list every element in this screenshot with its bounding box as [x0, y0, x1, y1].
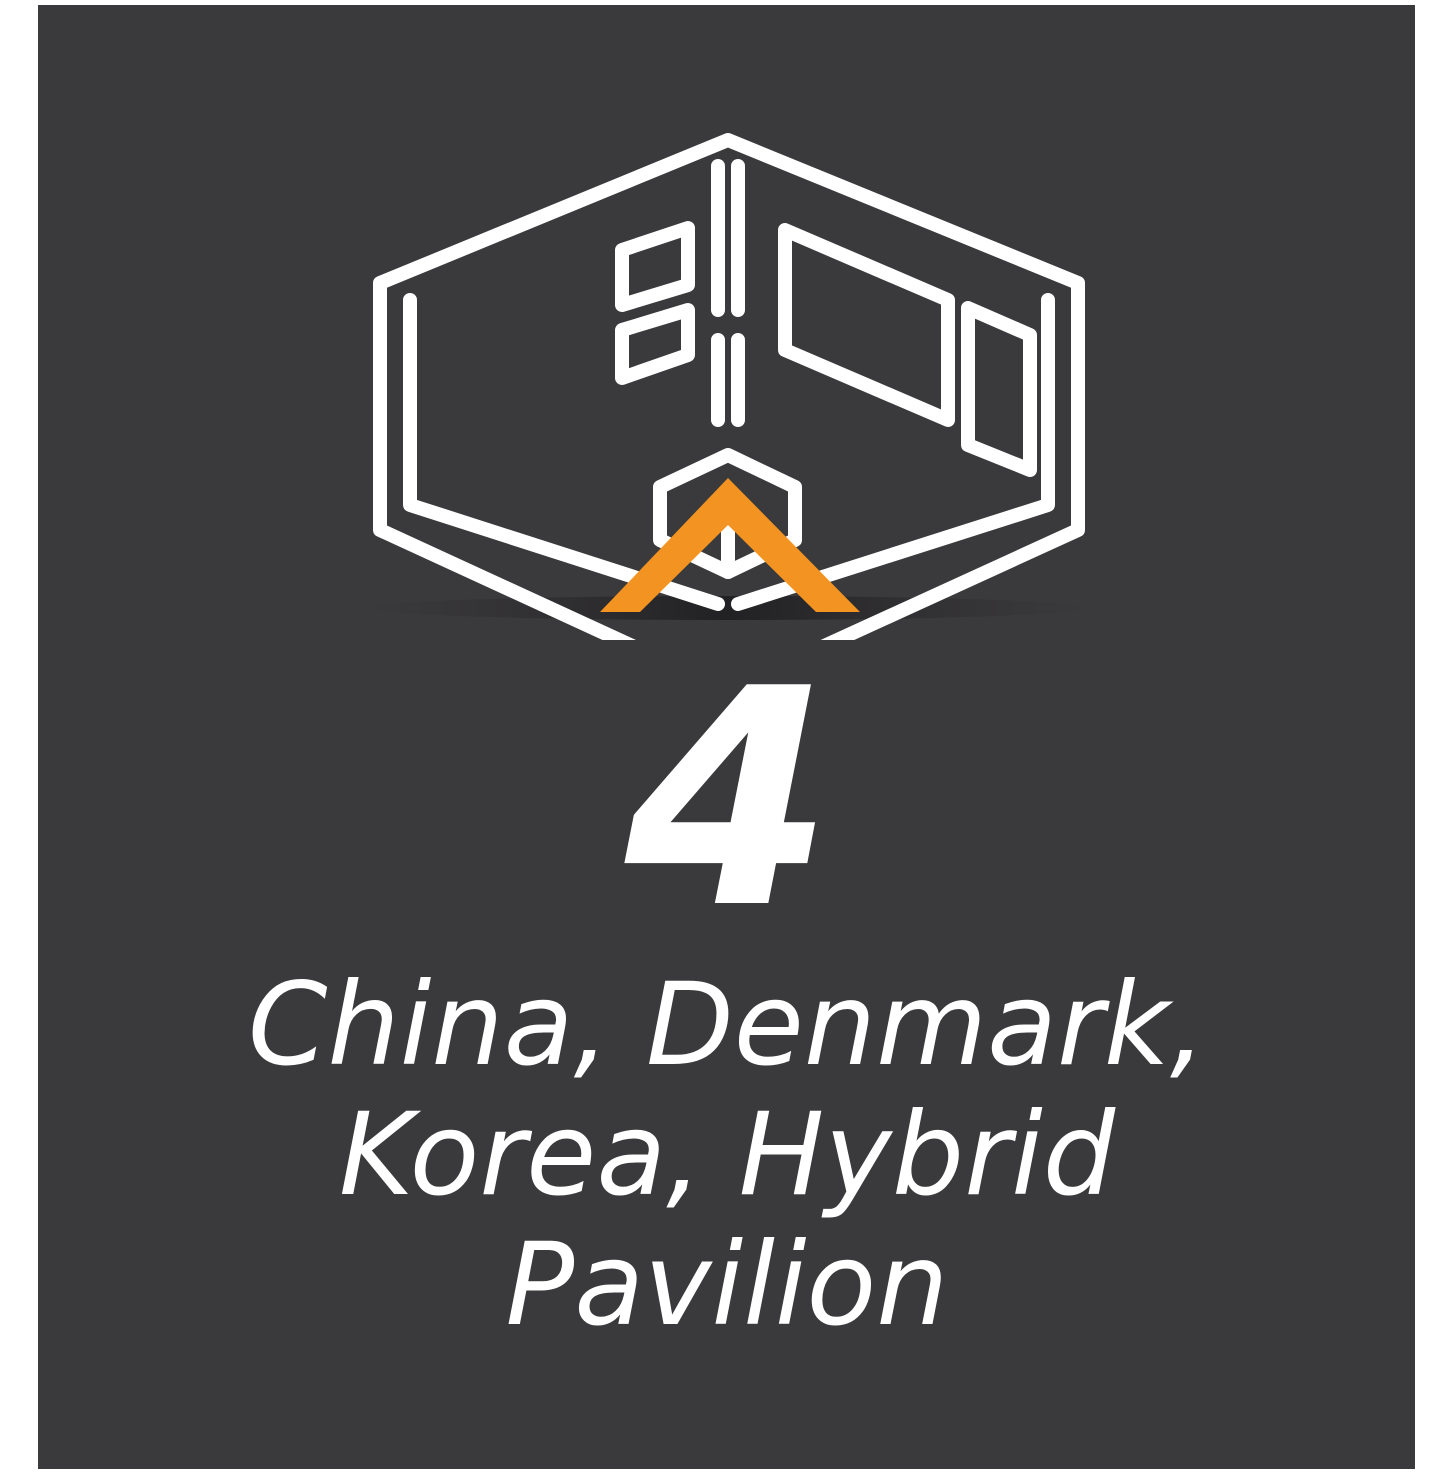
- stat-caption: China, Denmark, Korea, Hybrid Pavilion: [0, 960, 1454, 1350]
- stat-number: 4: [624, 625, 834, 974]
- caption-line: Pavilion: [505, 1218, 949, 1351]
- caption-line: Korea, Hybrid: [338, 1088, 1116, 1221]
- modular-building-icon: [0, 0, 1454, 697]
- caption-line: China, Denmark,: [247, 958, 1207, 1091]
